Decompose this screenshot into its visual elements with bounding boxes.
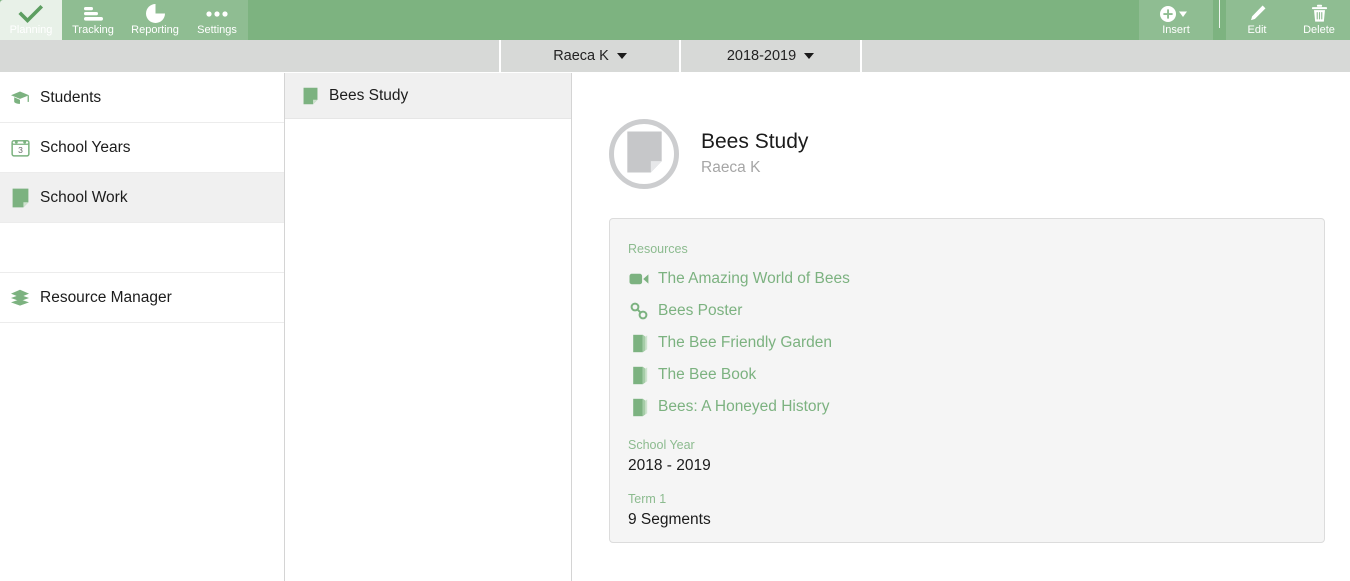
nav-tab-settings[interactable]: Settings <box>186 0 248 40</box>
sidebar-spacer-row <box>0 223 284 273</box>
detail-pane: Bees Study Raeca K Resources The Amazing… <box>572 73 1350 581</box>
user-selector-label: Raeca K <box>553 48 609 64</box>
resource-item-book-3-label: Bees: A Honeyed History <box>658 398 830 415</box>
detail-panel: Resources The Amazing World of Bees Bees… <box>609 218 1325 543</box>
insert-button[interactable]: Insert <box>1139 0 1213 40</box>
ellipsis-icon <box>186 0 248 24</box>
school-year-field: School Year 2018 - 2019 <box>628 437 1324 477</box>
nav-tab-tracking[interactable]: Tracking <box>62 0 124 40</box>
sidebar-item-school-work-label: School Work <box>40 188 128 206</box>
resources-section-label: Resources <box>628 242 688 256</box>
sidebar-item-resource-manager-label: Resource Manager <box>40 288 172 306</box>
toolbar-actions: Insert Edit Delete <box>1139 0 1350 40</box>
calendar-icon: 3 <box>7 136 33 160</box>
avatar <box>609 119 679 189</box>
svg-text:3: 3 <box>18 145 23 155</box>
term-field-value: 9 Segments <box>628 511 711 528</box>
sidebar-item-school-years-label: School Years <box>40 138 131 156</box>
resource-item-book-3[interactable]: Bees: A Honeyed History <box>628 391 1324 423</box>
delete-button-label: Delete <box>1303 24 1335 36</box>
user-selector[interactable]: Raeca K <box>501 40 679 72</box>
sidebar-item-school-work[interactable]: School Work <box>0 173 284 223</box>
trash-icon <box>1288 0 1350 24</box>
sidebar: Students 3 School Years School Work Reso… <box>0 73 285 581</box>
sidebar-item-students[interactable]: Students <box>0 73 284 123</box>
resource-item-link[interactable]: Bees Poster <box>628 295 1324 327</box>
document-icon <box>7 186 33 210</box>
book-icon <box>628 396 650 418</box>
delete-button[interactable]: Delete <box>1288 0 1350 40</box>
nav-tab-reporting[interactable]: Reporting <box>124 0 186 40</box>
page-title: Bees Study <box>701 130 809 153</box>
list-item-bees-study[interactable]: Bees Study <box>285 73 571 119</box>
term-field: Term 1 9 Segments <box>628 491 1324 531</box>
insert-button-label: Insert <box>1162 24 1190 36</box>
school-work-list: Bees Study <box>285 73 572 581</box>
resource-item-book-1[interactable]: The Bee Friendly Garden <box>628 327 1324 359</box>
sidebar-item-students-label: Students <box>40 88 102 106</box>
nav-tab-planning-label: Planning <box>9 24 53 36</box>
chevron-down-icon <box>804 53 815 59</box>
detail-header-text: Bees Study Raeca K <box>701 129 808 179</box>
check-icon <box>0 0 62 24</box>
detail-header: Bees Study Raeca K <box>572 73 1350 189</box>
bar-chart-icon <box>62 0 124 24</box>
resource-item-book-2-label: The Bee Book <box>658 366 757 383</box>
school-year-field-value: 2018 - 2019 <box>628 457 711 474</box>
nav-tab-settings-label: Settings <box>197 24 237 36</box>
video-icon <box>628 268 650 290</box>
edit-button-label: Edit <box>1247 24 1267 36</box>
pencil-icon <box>1226 0 1288 24</box>
book-icon <box>628 332 650 354</box>
filter-bar: Raeca K 2018-2019 <box>0 40 1350 73</box>
plus-circle-dropdown-icon <box>1139 0 1213 24</box>
term-field-label: Term 1 <box>628 492 667 506</box>
resource-item-link-label: Bees Poster <box>658 302 743 319</box>
layers-icon <box>7 286 33 310</box>
resource-item-book-1-label: The Bee Friendly Garden <box>658 334 833 351</box>
resource-item-video[interactable]: The Amazing World of Bees <box>628 263 1324 295</box>
document-icon <box>626 130 663 179</box>
filter-bar-right-spacer <box>862 40 1350 72</box>
toolbar-divider <box>1219 0 1220 28</box>
school-year-selector[interactable]: 2018-2019 <box>681 40 860 72</box>
main-body: Students 3 School Years School Work Reso… <box>0 73 1350 581</box>
pie-chart-icon <box>124 0 186 24</box>
school-year-selector-label: 2018-2019 <box>726 48 797 64</box>
resource-item-book-2[interactable]: The Bee Book <box>628 359 1324 391</box>
top-toolbar: Planning Tracking Reporting Settings Ins… <box>0 0 1350 40</box>
nav-tab-planning[interactable]: Planning <box>0 0 62 40</box>
resources-list: The Amazing World of Bees Bees Poster Th… <box>628 263 1324 423</box>
school-year-field-label: School Year <box>628 438 695 452</box>
document-icon <box>301 86 319 106</box>
nav-tab-tracking-label: Tracking <box>72 24 114 36</box>
primary-nav: Planning Tracking Reporting Settings <box>0 0 248 40</box>
book-icon <box>628 364 650 386</box>
graduation-cap-icon <box>7 86 33 110</box>
link-icon <box>628 300 650 322</box>
list-item-bees-study-label: Bees Study <box>329 86 409 104</box>
page-subtitle: Raeca K <box>701 159 761 176</box>
chevron-down-icon <box>616 53 627 59</box>
sidebar-item-school-years[interactable]: 3 School Years <box>0 123 284 173</box>
filter-bar-left-spacer <box>0 40 499 72</box>
sidebar-item-resource-manager[interactable]: Resource Manager <box>0 273 284 323</box>
resource-item-video-label: The Amazing World of Bees <box>658 270 850 287</box>
nav-tab-reporting-label: Reporting <box>131 24 179 36</box>
edit-button[interactable]: Edit <box>1226 0 1288 40</box>
